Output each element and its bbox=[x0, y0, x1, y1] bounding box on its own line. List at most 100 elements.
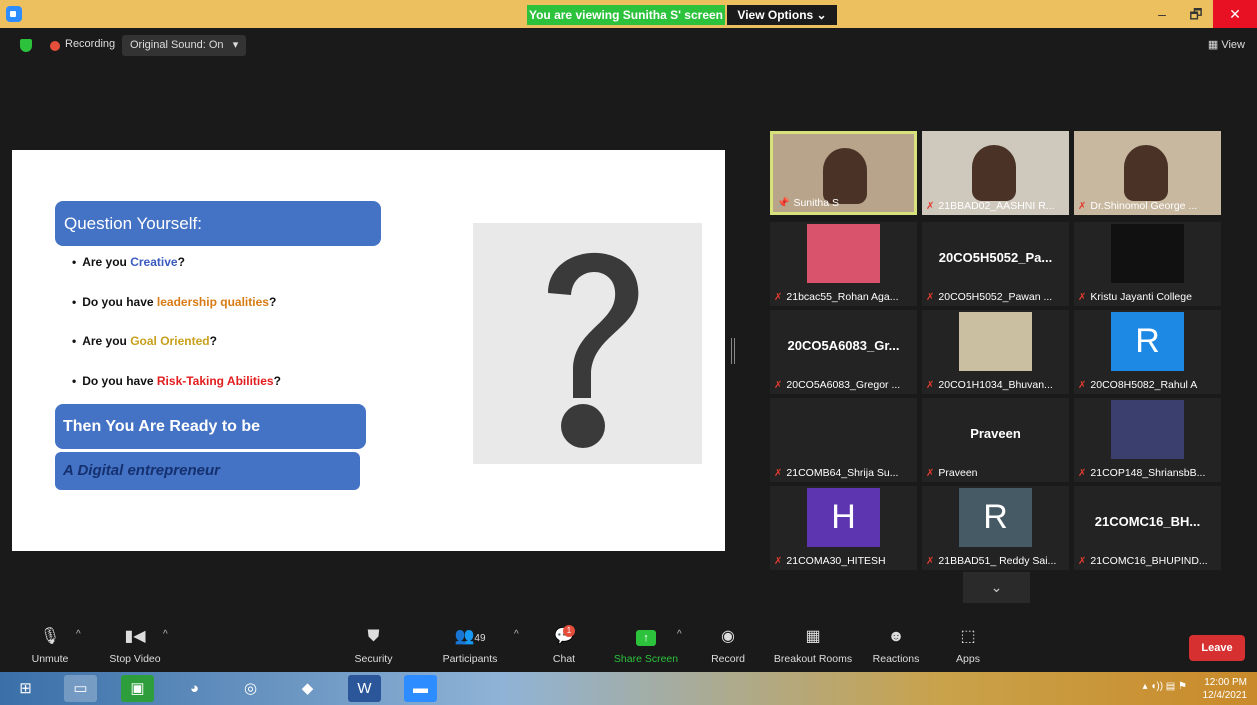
participant-name: Sunitha S bbox=[793, 197, 839, 209]
record-dot-icon bbox=[50, 41, 60, 51]
breakout-rooms-button[interactable]: ▦ Breakout Rooms bbox=[770, 625, 856, 665]
participant-name-label: ✗ 21bcac55_Rohan Aga... bbox=[774, 291, 913, 303]
participant-name-label: ✗ 21BBAD51_ Reddy Sai... bbox=[926, 555, 1065, 567]
participant-tile[interactable]: ✗ Kristu Jayanti College bbox=[1074, 222, 1221, 306]
chat-button[interactable]: 💬 1 Chat bbox=[549, 625, 579, 665]
bullet-highlight: leadership qualities bbox=[156, 295, 269, 309]
participant-tile[interactable]: ✗ 21BBAD02_AASHNI R... bbox=[922, 131, 1069, 215]
mic-muted-icon: ✗ bbox=[774, 468, 783, 479]
security-button[interactable]: ⛊ Security bbox=[351, 625, 396, 665]
chevron-up-icon[interactable]: ^ bbox=[514, 629, 519, 640]
split-divider[interactable] bbox=[731, 338, 735, 364]
participant-tile[interactable]: ✗ 21bcac55_Rohan Aga... bbox=[770, 222, 917, 306]
participant-tile[interactable]: ✗ 21COP148_ShriansbB... bbox=[1074, 398, 1221, 482]
file-explorer-icon[interactable]: ▭ bbox=[64, 675, 97, 702]
question-mark-image bbox=[473, 223, 702, 464]
participant-photo bbox=[1111, 224, 1184, 283]
mic-muted-icon: ✗ bbox=[926, 380, 935, 391]
pin-icon: 📌 bbox=[777, 198, 790, 209]
participant-tile[interactable]: R ✗ 21BBAD51_ Reddy Sai... bbox=[922, 486, 1069, 570]
participants-icon: 👥49 bbox=[454, 628, 486, 645]
leave-button[interactable]: Leave bbox=[1189, 635, 1245, 661]
participant-name: Praveen bbox=[938, 467, 978, 479]
chevron-down-icon[interactable]: ⌄ bbox=[963, 572, 1030, 603]
bullet-pre: Do you have bbox=[82, 295, 157, 309]
view-button[interactable]: ▦ View bbox=[1208, 38, 1245, 51]
chevron-up-icon[interactable]: ^ bbox=[677, 629, 682, 640]
participant-display-name: 20CO5H5052_Pa... bbox=[938, 250, 1053, 265]
store-icon[interactable]: ▣ bbox=[121, 675, 154, 702]
participant-tile[interactable]: R ✗ 20CO8H5082_Rahul A bbox=[1074, 310, 1221, 394]
record-button[interactable]: ◉ Record bbox=[708, 625, 748, 665]
participant-tile[interactable]: H ✗ 21COMA30_HITESH bbox=[770, 486, 917, 570]
participants-count: 49 bbox=[474, 633, 486, 644]
clock[interactable]: 12:00 PM 12/4/2021 bbox=[1203, 676, 1248, 702]
participant-name-label: ✗ Dr.Shinomol George ... bbox=[1078, 200, 1217, 212]
participant-avatar: R bbox=[1111, 312, 1184, 371]
zoom-window: You are viewing Sunitha S' screen View O… bbox=[0, 0, 1257, 705]
bullet-post: ? bbox=[273, 374, 281, 388]
reactions-button[interactable]: ☻ Reactions bbox=[871, 625, 921, 665]
participant-tile[interactable]: 20CO5H5052_Pa... ✗ 20CO5H5052_Pawan ... bbox=[922, 222, 1069, 306]
grid-icon: ▦ bbox=[1207, 39, 1219, 51]
shield-icon[interactable] bbox=[20, 39, 32, 52]
view-options-button[interactable]: View Options ⌄ bbox=[727, 5, 837, 25]
participant-tile[interactable]: 📌 Sunitha S bbox=[770, 131, 917, 215]
bullet-highlight: Goal Oriented bbox=[130, 334, 210, 348]
minimize-button[interactable]: – bbox=[1145, 0, 1179, 28]
restore-button[interactable]: 🗗 bbox=[1179, 0, 1213, 28]
security-label: Security bbox=[354, 653, 393, 665]
participant-name: 20CO5A6083_Gregor ... bbox=[786, 379, 901, 391]
original-sound-label: Original Sound: On bbox=[130, 39, 224, 51]
participant-tile[interactable]: 20CO5A6083_Gr... ✗ 20CO5A6083_Gregor ... bbox=[770, 310, 917, 394]
participant-name-label: ✗ Praveen bbox=[926, 467, 1065, 479]
participant-name: Kristu Jayanti College bbox=[1090, 291, 1192, 303]
participant-display-name: 20CO5A6083_Gr... bbox=[787, 338, 900, 353]
participant-name-label: ✗ Kristu Jayanti College bbox=[1078, 291, 1217, 303]
stop-video-button[interactable]: ▮◀ Stop Video ^ bbox=[105, 625, 168, 665]
mic-muted-icon: ✗ bbox=[774, 380, 783, 391]
mic-muted-icon: ✗ bbox=[774, 556, 783, 567]
apps-button[interactable]: ⬚ Apps bbox=[950, 625, 986, 665]
firefox-icon[interactable]: ◕ bbox=[178, 675, 211, 702]
mic-muted-icon: ✗ bbox=[1078, 468, 1087, 479]
bullet-post: ? bbox=[177, 255, 185, 269]
zoom-app-icon[interactable]: ▬ bbox=[404, 675, 437, 702]
mic-muted-icon: 🎙 bbox=[39, 628, 61, 645]
participant-name-label: ✗ 20CO5H5052_Pawan ... bbox=[926, 291, 1065, 303]
chrome-icon[interactable]: ◎ bbox=[234, 675, 267, 702]
participant-tile[interactable]: ✗ Dr.Shinomol George ... bbox=[1074, 131, 1221, 215]
participant-name: 21BBAD51_ Reddy Sai... bbox=[938, 555, 1057, 567]
word-icon[interactable]: W bbox=[348, 675, 381, 702]
bullet-highlight: Creative bbox=[130, 255, 178, 269]
apps-icon: ⬚ bbox=[960, 628, 976, 645]
participant-tile[interactable]: Praveen ✗ Praveen bbox=[922, 398, 1069, 482]
participants-button[interactable]: 👥49 Participants ^ bbox=[440, 625, 519, 665]
chevron-up-icon[interactable]: ^ bbox=[163, 629, 168, 640]
chevron-up-icon[interactable]: ^ bbox=[76, 629, 81, 640]
participant-name: 21bcac55_Rohan Aga... bbox=[786, 291, 899, 303]
ready-banner: Then You Are Ready to be bbox=[55, 404, 366, 449]
bullet-pre: Do you have bbox=[82, 374, 157, 388]
share-screen-button[interactable]: ↑ Share Screen ^ bbox=[613, 625, 682, 665]
tray-icons[interactable]: ▴ ◖)) ▤ ⚑ bbox=[1143, 681, 1187, 692]
participant-name: 20CO8H5082_Rahul A bbox=[1090, 379, 1198, 391]
participant-name: 21COP148_ShriansbB... bbox=[1090, 467, 1206, 479]
participant-name-label: ✗ 21BBAD02_AASHNI R... bbox=[926, 200, 1065, 212]
unmute-button[interactable]: 🎙 Unmute ^ bbox=[30, 625, 81, 665]
participant-name-label: ✗ 21COMA30_HITESH bbox=[774, 555, 913, 567]
windows-start-icon[interactable]: ⊞ bbox=[9, 675, 42, 702]
original-sound-button[interactable]: Original Sound: On ▾ bbox=[122, 35, 247, 56]
folder-icon[interactable]: ◆ bbox=[291, 675, 324, 702]
participant-tile[interactable]: 21COMC16_BH... ✗ 21COMC16_BHUPIND... bbox=[1074, 486, 1221, 570]
share-screen-icon: ↑ bbox=[613, 625, 679, 649]
participant-name: 20CO5H5052_Pawan ... bbox=[938, 291, 1053, 303]
participant-video bbox=[1124, 145, 1168, 201]
participant-tile[interactable]: ✗ 20CO1H1034_Bhuvan... bbox=[922, 310, 1069, 394]
stop-video-label: Stop Video bbox=[109, 653, 161, 665]
participants-label: Participants bbox=[442, 653, 498, 665]
participant-tile[interactable]: ✗ 21COMB64_Shrija Su... bbox=[770, 398, 917, 482]
participant-name: Dr.Shinomol George ... bbox=[1090, 200, 1198, 212]
close-button[interactable]: ✕ bbox=[1213, 0, 1257, 28]
participant-video bbox=[823, 148, 867, 204]
